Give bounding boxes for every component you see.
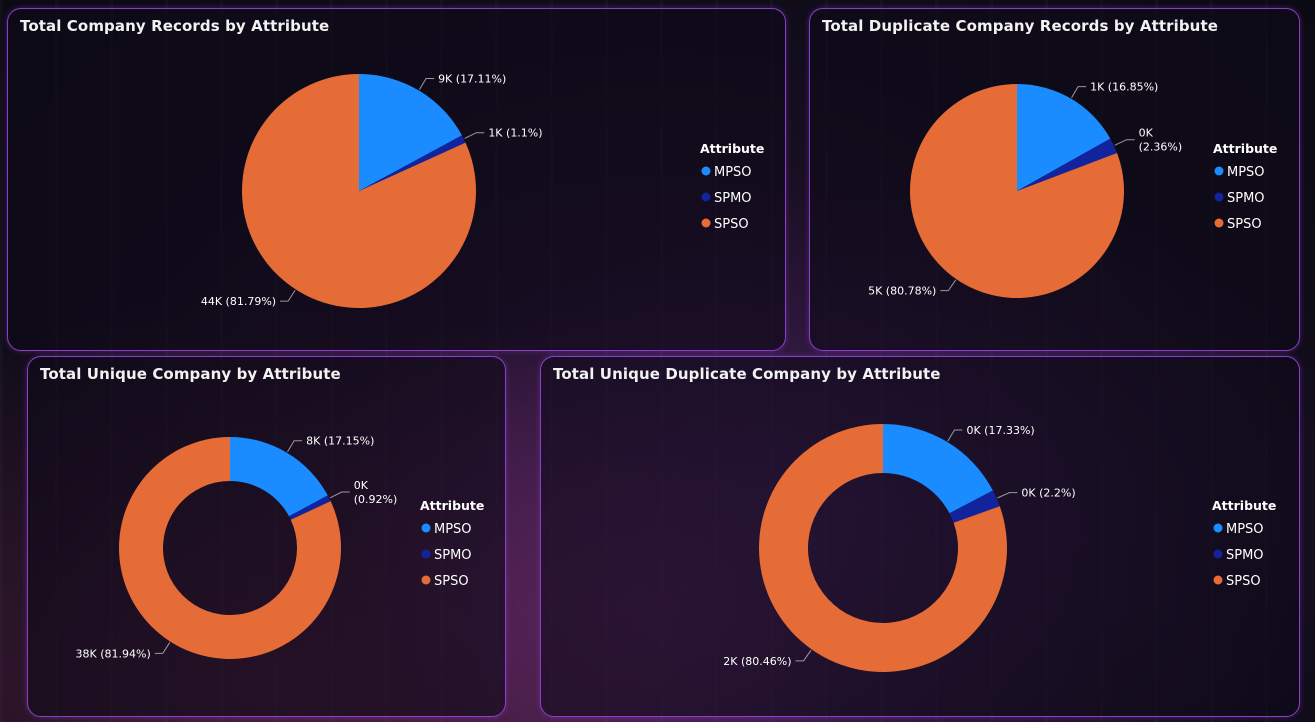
legend-item-spmo[interactable]: SPMO <box>1226 548 1264 563</box>
legend-item-mpso[interactable]: MPSO <box>1227 165 1265 180</box>
leader-line <box>1071 86 1087 99</box>
legend-marker-spso <box>1213 575 1223 585</box>
data-label: 0K (2.2%) <box>1021 487 1075 500</box>
data-label: 0K (0.92%) <box>354 479 398 506</box>
data-label: 8K (17.15%) <box>306 435 374 448</box>
chart-panel-total-company-records[interactable]: Total Company Records by Attribute 9K (1… <box>7 8 786 351</box>
leader-line <box>418 77 435 90</box>
legend-item-spso[interactable]: SPSO <box>1226 574 1261 589</box>
leader-line <box>280 289 296 302</box>
legend-marker-mpso <box>701 166 711 176</box>
chart-panel-unique-duplicate-company[interactable]: Total Unique Duplicate Company by Attrib… <box>540 356 1300 717</box>
donut-chart: 8K (17.15%) 0K (0.92%) 38K (81.94%) Attribut… <box>76 435 485 661</box>
legend-marker-mpso <box>1214 166 1224 176</box>
legend-title: Attribute <box>700 141 764 156</box>
legend-item-mpso[interactable]: MPSO <box>434 522 472 537</box>
leader-line <box>947 429 963 442</box>
legend-item-spmo[interactable]: SPMO <box>1227 191 1265 206</box>
legend-marker-mpso <box>1213 523 1223 533</box>
legend-marker-spmo <box>421 549 431 559</box>
legend-marker-spmo <box>1213 549 1223 559</box>
legend-item-mpso[interactable]: MPSO <box>714 165 752 180</box>
legend-item-spmo[interactable]: SPMO <box>434 548 472 563</box>
legend-marker-spso <box>1214 218 1224 228</box>
leader-line <box>1114 139 1135 146</box>
chart-panel-unique-company[interactable]: Total Unique Company by Attribute 8K (17… <box>27 356 506 717</box>
legend-marker-spmo <box>1214 192 1224 202</box>
leader-line <box>795 649 812 662</box>
leader-line <box>940 279 957 292</box>
legend-title: Attribute <box>1213 141 1277 156</box>
data-label: 38K (81.94%) <box>76 647 151 660</box>
data-label: 2K (80.46%) <box>723 655 791 668</box>
legend-item-spso[interactable]: SPSO <box>434 574 469 589</box>
data-label: 0K (17.33%) <box>966 424 1034 437</box>
data-label: 0K (2.36%) <box>1139 127 1183 154</box>
legend-marker-mpso <box>421 523 431 533</box>
legend-title: Attribute <box>420 498 484 513</box>
legend-marker-spmo <box>701 192 711 202</box>
legend-marker-spso <box>701 218 711 228</box>
legend-item-mpso[interactable]: MPSO <box>1226 522 1264 537</box>
data-label: 5K (80.78%) <box>868 285 936 298</box>
pie-chart: 9K (17.11%) 1K (1.1%) 44K (81.79%) Attribut… <box>201 72 765 308</box>
legend-item-spso[interactable]: SPSO <box>714 217 749 232</box>
data-label: 1K (16.85%) <box>1090 81 1158 94</box>
legend-title: Attribute <box>1212 498 1276 513</box>
data-label: 1K (1.1%) <box>488 127 542 140</box>
legend-marker-spso <box>421 575 431 585</box>
legend-item-spso[interactable]: SPSO <box>1227 217 1262 232</box>
leader-line <box>997 492 1018 499</box>
donut-chart: 0K (17.33%) 0K (2.2%) 2K (80.46%) Attribute… <box>723 424 1276 672</box>
data-label: 44K (81.79%) <box>201 295 276 308</box>
leader-line <box>329 491 350 499</box>
chart-panel-duplicate-company-records[interactable]: Total Duplicate Company Records by Attri… <box>809 8 1300 351</box>
data-label: 9K (17.11%) <box>438 72 506 85</box>
leader-line <box>287 440 303 453</box>
leader-line <box>154 642 171 654</box>
legend-item-spmo[interactable]: SPMO <box>714 191 752 206</box>
leader-line <box>464 132 485 139</box>
pie-chart: 1K (16.85%) 0K (2.36%) 5K (80.78%) Attribute… <box>868 81 1277 298</box>
